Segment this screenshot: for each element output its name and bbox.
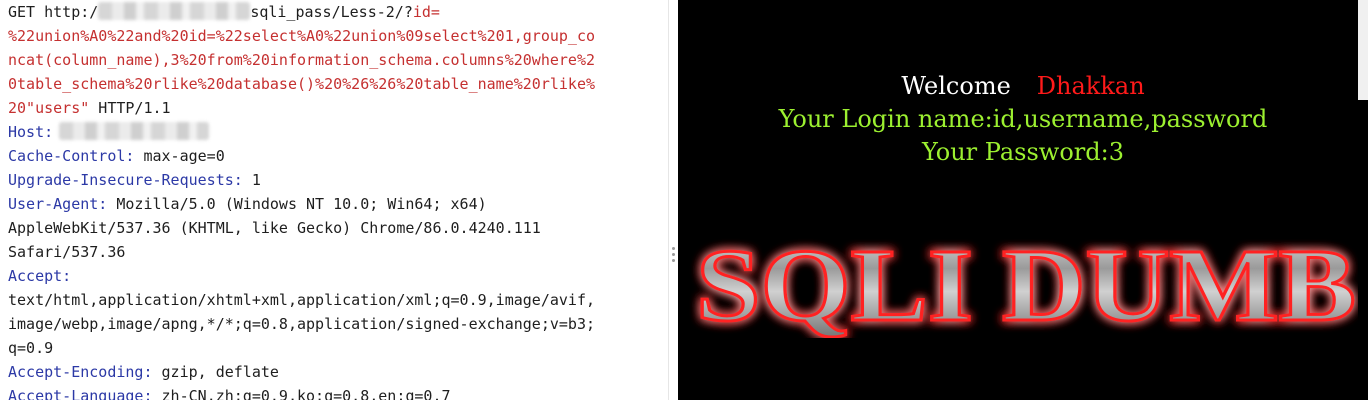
header-user-agent-cont-2: Safari/537.36 bbox=[8, 243, 126, 261]
header-cache-control: Cache-Control: max-age=0 bbox=[8, 144, 668, 168]
request-line-3: ncat(column_name),3%20from%20information… bbox=[8, 51, 595, 69]
welcome-line: Welcome Dhakkan bbox=[678, 70, 1368, 103]
header-key-host: Host: bbox=[8, 123, 54, 141]
header-accept-encoding: Accept-Encoding: gzip, deflate bbox=[8, 360, 668, 384]
login-name-line: Your Login name:id,username,password bbox=[778, 105, 1268, 133]
header-accept-language: Accept-Language: zh-CN,zh;q=0.9,ko;q=0.8… bbox=[8, 384, 668, 400]
request-line-1: GET http:/ sqli_pass/Less-2/?id= bbox=[8, 0, 668, 24]
header-value-accept-encoding: gzip, deflate bbox=[152, 363, 279, 381]
header-key-accept-language: Accept-Language: bbox=[8, 387, 153, 400]
request-line-4: 0table_schema%20rlike%20database()%20%26… bbox=[8, 75, 595, 93]
request-http-version: HTTP/1.1 bbox=[89, 99, 171, 117]
request-path: sqli_pass/Less-2/? bbox=[250, 3, 413, 21]
header-value-user-agent: Mozilla/5.0 (Windows NT 10.0; Win64; x64… bbox=[107, 195, 487, 213]
header-key-accept-encoding: Accept-Encoding: bbox=[8, 363, 153, 381]
password-line: Your Password:3 bbox=[922, 138, 1124, 166]
header-accept-value-2: image/webp,image/apng,*/*;q=0.8,applicat… bbox=[8, 315, 595, 333]
header-value-cache-control: max-age=0 bbox=[134, 147, 225, 165]
header-key-upgrade: Upgrade-Insecure-Requests: bbox=[8, 171, 243, 189]
request-method-url-start: GET http:/ bbox=[8, 3, 99, 21]
response-scrollbar[interactable] bbox=[1358, 0, 1368, 400]
welcome-block: Welcome Dhakkan Your Login name:id,userna… bbox=[678, 70, 1368, 169]
burp-split-view: GET http:/ sqli_pass/Less-2/?id= %22union… bbox=[0, 0, 1368, 400]
header-key-user-agent: User-Agent: bbox=[8, 195, 108, 213]
redacted-host-value bbox=[59, 122, 210, 140]
header-key-accept: Accept: bbox=[8, 267, 72, 285]
request-param-name: id= bbox=[412, 3, 440, 21]
response-render: Welcome Dhakkan Your Login name:id,userna… bbox=[678, 0, 1368, 400]
sqli-dumb-banner: SQLI DUMB bbox=[695, 228, 1358, 338]
request-line-5: 20"users" HTTP/1.1 bbox=[8, 96, 668, 120]
request-line-2: %22union%A0%22and%20id=%22select%A0%22un… bbox=[8, 27, 595, 45]
header-upgrade-insecure: Upgrade-Insecure-Requests: 1 bbox=[8, 168, 668, 192]
redacted-host-blur bbox=[98, 2, 251, 20]
splitter-grip-icon[interactable] bbox=[672, 247, 675, 265]
header-user-agent: User-Agent: Mozilla/5.0 (Windows NT 10.0… bbox=[8, 192, 668, 216]
welcome-label: Welcome bbox=[901, 72, 1011, 100]
header-value-upgrade: 1 bbox=[242, 171, 261, 189]
header-value-accept-language: zh-CN,zh;q=0.9,ko;q=0.8,en;q=0.7 bbox=[152, 387, 451, 400]
welcome-name: Dhakkan bbox=[1036, 72, 1145, 100]
header-host: Host: bbox=[8, 120, 668, 144]
request-payload-end: 20"users" bbox=[8, 99, 90, 117]
response-scrollbar-thumb[interactable] bbox=[1358, 0, 1368, 100]
header-key-cache-control: Cache-Control: bbox=[8, 147, 135, 165]
header-accept-value-1: text/html,application/xhtml+xml,applicat… bbox=[8, 291, 595, 309]
pane-splitter[interactable] bbox=[668, 0, 678, 400]
request-editor[interactable]: GET http:/ sqli_pass/Less-2/?id= %22union… bbox=[0, 0, 668, 400]
banner-text: SQLI DUMB bbox=[696, 228, 1356, 338]
header-user-agent-cont-1: AppleWebKit/537.36 (KHTML, like Gecko) C… bbox=[8, 219, 541, 237]
header-accept-value-3: q=0.9 bbox=[8, 339, 54, 357]
header-accept: Accept: bbox=[8, 264, 668, 288]
